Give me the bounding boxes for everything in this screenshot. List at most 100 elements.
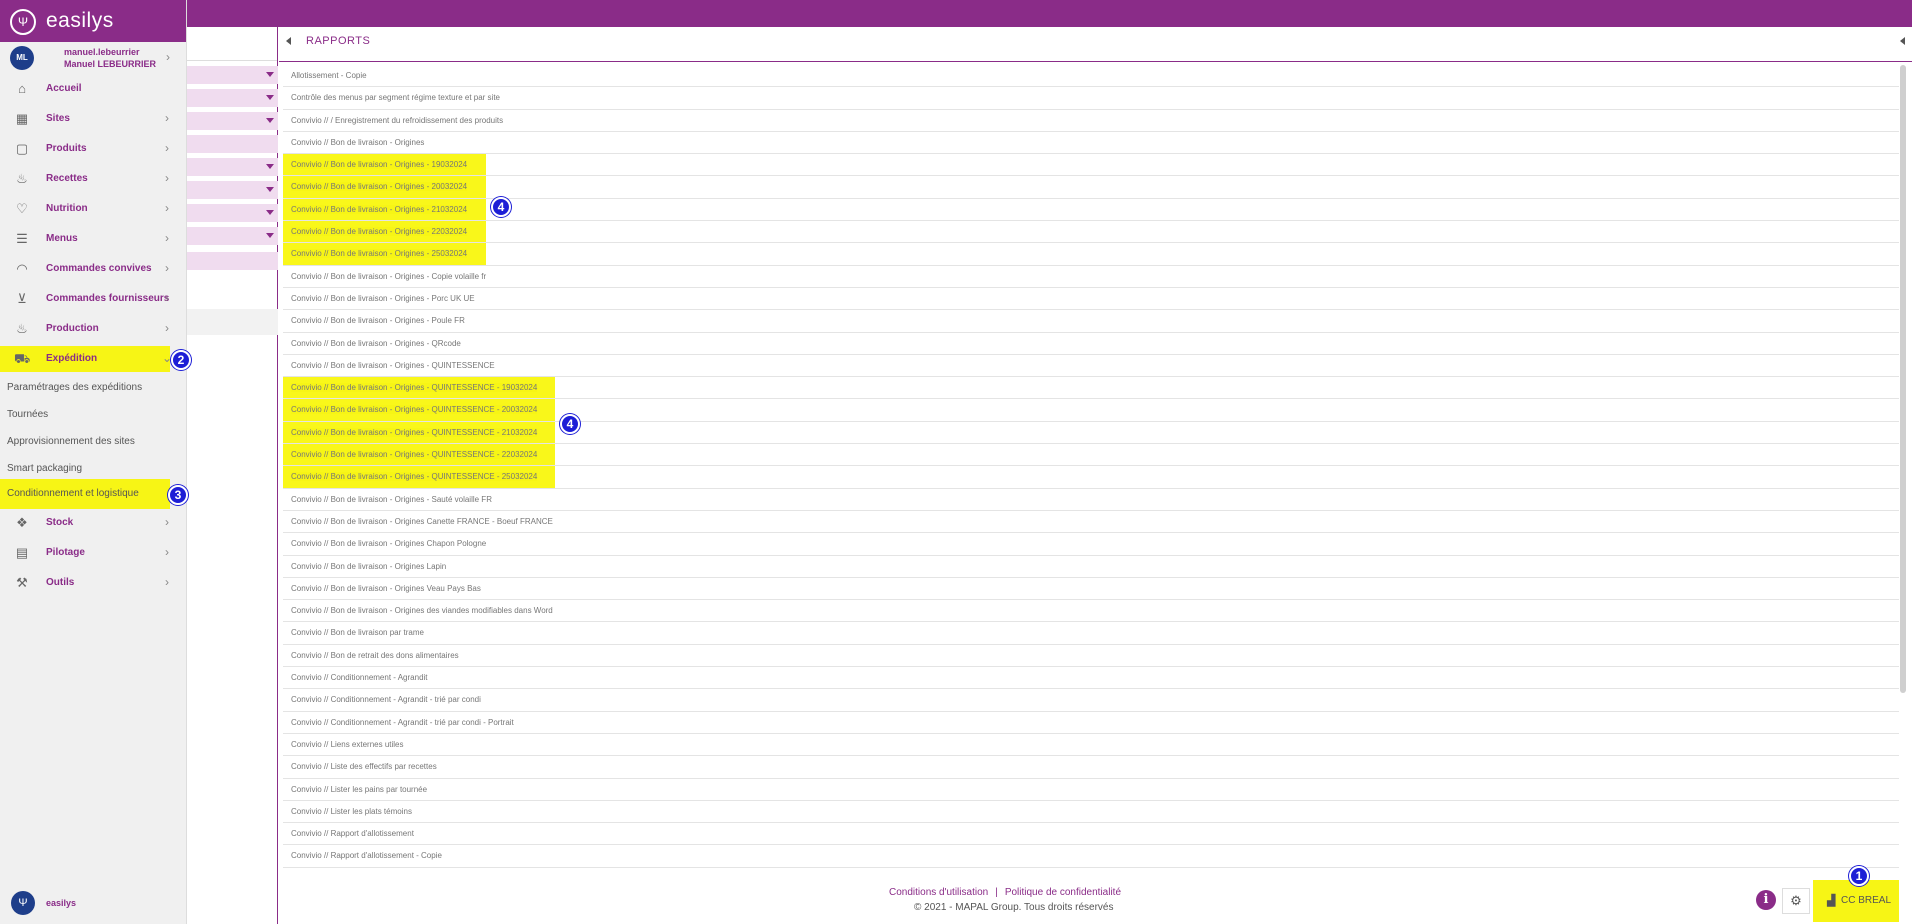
report-row[interactable]: Convivio // / Enregistrement du refroidi… <box>283 110 1899 132</box>
report-name: Convivio // Bon de livraison - Origines … <box>291 583 481 593</box>
sidebar-item-commandes-fournisseurs[interactable]: ⊻ Commandes fournisseurs › <box>0 286 187 312</box>
report-row[interactable]: Convivio // Bon de livraison - Origines … <box>283 556 1899 578</box>
logo-bar: Ψ easilys <box>0 0 186 42</box>
report-name: Allotissement - Copie <box>291 71 367 80</box>
report-row[interactable]: Convivio // Bon de livraison - Origines … <box>283 444 1899 467</box>
report-row[interactable]: Convivio // Bon de livraison - Origines … <box>283 489 1899 511</box>
sidebar-item-sites[interactable]: ▦ Sites › <box>0 106 187 132</box>
sidebar-item-pilotage[interactable]: ▤ Pilotage › <box>0 540 187 566</box>
sidebar-item-produits[interactable]: ▢ Produits › <box>0 136 187 162</box>
report-row[interactable]: Convivio // Bon de livraison - Origines … <box>283 511 1899 534</box>
report-row[interactable]: Convivio // Rapport ... <box>283 868 1899 875</box>
sidebar-item-commandes-convives[interactable]: ◠ Commandes convives › <box>0 256 187 282</box>
report-row[interactable]: Convivio // Bon de livraison - Origines … <box>283 422 1899 445</box>
sidebar-item-label: Produits <box>46 143 87 154</box>
report-row[interactable]: Convivio // Bon de livraison - Origines … <box>283 266 1899 288</box>
report-row[interactable]: Convivio // Bon de livraison - Origines … <box>283 221 1899 244</box>
report-row[interactable]: Convivio // Bon de livraison - Origines … <box>283 288 1899 311</box>
sidebar-item-nutrition[interactable]: ♡ Nutrition › <box>0 196 187 222</box>
report-row[interactable]: Convivio // Liste des effectifs par rece… <box>283 756 1899 779</box>
sidebar-item-label: Commandes fournisseurs <box>46 293 170 304</box>
report-name: Convivio // Liste des effectifs par rece… <box>291 762 437 772</box>
sidebar-footer[interactable]: Ψ easilys <box>0 884 187 924</box>
home-icon: ⌂ <box>18 81 26 96</box>
sidebar-subitem-label: Smart packaging <box>7 463 83 474</box>
report-row[interactable]: Convivio // Liens externes utiles <box>283 734 1899 757</box>
chevron-right-icon: › <box>165 261 169 275</box>
scrollbar[interactable] <box>1900 65 1906 693</box>
report-row[interactable]: Convivio // Lister les plats témoins <box>283 801 1899 824</box>
site-selector-button[interactable]: ▟ CC BREAL <box>1813 880 1899 922</box>
report-name: Convivio // Bon de livraison - Origines … <box>291 160 468 170</box>
report-name: Convivio // Bon de livraison - Origines … <box>291 271 487 281</box>
tool-icon[interactable]: ⚙ <box>1782 888 1810 914</box>
report-row[interactable]: Contrôle des menus par segment régime te… <box>283 87 1899 110</box>
report-row[interactable]: Convivio // Rapport d'allotissement - Co… <box>283 845 1899 868</box>
report-row[interactable]: Convivio // Bon de livraison - Origines … <box>283 355 1899 378</box>
terms-link[interactable]: Conditions d'utilisation <box>889 887 988 898</box>
sidebar-item-stock[interactable]: ❖ Stock › <box>0 510 187 536</box>
report-row[interactable]: Convivio // Conditionnement - Agrandit -… <box>283 689 1899 712</box>
sidebar-subitem-parametrages[interactable]: Paramétrages des expéditions <box>0 376 187 398</box>
user-profile[interactable]: ML manuel.lebeurrier Manuel LEBEURRIER › <box>0 42 186 73</box>
sidebar-item-label: Menus <box>46 233 78 244</box>
report-row[interactable]: Convivio // Bon de livraison - Origines … <box>283 176 1899 199</box>
reports-header: RAPPORTS <box>279 27 1912 62</box>
report-row[interactable]: Convivio // Bon de livraison - Origines … <box>283 600 1899 623</box>
report-name: Convivio // Bon de retrait des dons alim… <box>291 650 459 660</box>
privacy-link[interactable]: Politique de confidentialité <box>1005 887 1121 898</box>
sidebar-item-menus[interactable]: ☰ Menus › <box>0 226 187 252</box>
chevron-right-icon: › <box>165 201 169 215</box>
sidebar-subitem-smart-packaging[interactable]: Smart packaging <box>0 457 187 479</box>
report-row[interactable]: Convivio // Bon de livraison - Origines … <box>283 466 1899 489</box>
pot-icon: ♨ <box>16 321 28 336</box>
step-marker: 3 <box>168 485 188 505</box>
fork-knife-icon: Ψ <box>11 891 35 915</box>
user-name: Manuel LEBEURRIER <box>64 59 157 69</box>
report-row[interactable]: Convivio // Lister les pains par tournée <box>283 779 1899 801</box>
report-row[interactable]: Convivio // Bon de livraison par trame <box>283 622 1899 645</box>
report-row[interactable]: Convivio // Bon de livraison - Origines … <box>283 310 1899 333</box>
report-name: Convivio // Liens externes utiles <box>291 739 404 749</box>
report-row[interactable]: Convivio // Conditionnement - Agrandit <box>283 667 1899 690</box>
report-name: Convivio // / Enregistrement du refroidi… <box>291 115 504 125</box>
info-icon[interactable]: i <box>1756 890 1776 910</box>
report-row[interactable]: Convivio // Conditionnement - Agrandit -… <box>283 712 1899 734</box>
sidebar-subitem-conditionnement[interactable]: Conditionnement et logistique <box>0 479 170 509</box>
report-name: Convivio // Bon de livraison - Origines … <box>291 561 447 571</box>
report-row[interactable]: Convivio // Bon de livraison - Origines … <box>283 154 1899 177</box>
report-row[interactable]: Convivio // Bon de livraison - Origines … <box>283 399 1899 422</box>
report-name: Convivio // Bon de livraison - Origines … <box>291 516 553 526</box>
chevron-right-icon: › <box>165 575 169 589</box>
report-row[interactable]: Convivio // Bon de livraison - Origines … <box>283 333 1899 355</box>
report-row[interactable]: Convivio // Bon de livraison - Origines … <box>283 243 1899 266</box>
sidebar-subitem-approvisionnement[interactable]: Approvisionnement des sites <box>0 430 187 452</box>
report-name: Convivio // Rapport d'allotissement <box>291 829 414 839</box>
sidebar-item-recettes[interactable]: ♨ Recettes › <box>0 166 187 192</box>
truck-icon: ⛟ <box>14 351 31 366</box>
sidebar-subitem-tournees[interactable]: Tournées <box>0 403 187 425</box>
sidebar-item-label: Commandes convives <box>46 263 152 274</box>
page-title: RAPPORTS <box>306 35 371 47</box>
copyright: © 2021 - MAPAL Group. Tous droits réserv… <box>914 902 1114 913</box>
sidebar-item-production[interactable]: ♨ Production › <box>0 316 187 342</box>
report-row[interactable]: Convivio // Rapport d'allotissement <box>283 823 1899 846</box>
report-name: Convivio // Lister les plats témoins <box>291 806 412 816</box>
sidebar-item-accueil[interactable]: ⌂ Accueil <box>0 76 187 102</box>
back-arrow-icon[interactable] <box>286 37 291 45</box>
report-name: Convivio // Bon de livraison - Origines … <box>291 383 538 393</box>
report-row[interactable]: Convivio // Bon de livraison - Origines … <box>283 377 1899 400</box>
footer-app-name: easilys <box>46 898 77 908</box>
report-row[interactable]: Convivio // Bon de livraison - Origines … <box>283 533 1899 556</box>
sidebar-item-expedition[interactable]: ⛟ Expédition ⌄ <box>0 346 172 372</box>
report-row[interactable]: Convivio // Bon de livraison - Origines … <box>283 578 1899 601</box>
sidebar-item-outils[interactable]: ⚒ Outils › <box>0 570 187 596</box>
report-row[interactable]: Allotissement - Copie <box>283 65 1899 88</box>
report-row[interactable]: Convivio // Bon de retrait des dons alim… <box>283 645 1899 668</box>
report-row[interactable]: Convivio // Bon de livraison - Origines <box>283 132 1899 155</box>
user-login: manuel.lebeurrier <box>64 47 140 57</box>
report-row[interactable]: Convivio // Bon de livraison - Origines … <box>283 199 1899 222</box>
collapse-arrow-icon[interactable] <box>1900 37 1905 45</box>
report-name: Convivio // Bon de livraison - Origines … <box>291 204 468 214</box>
pilotage-icon: ▤ <box>15 545 29 560</box>
